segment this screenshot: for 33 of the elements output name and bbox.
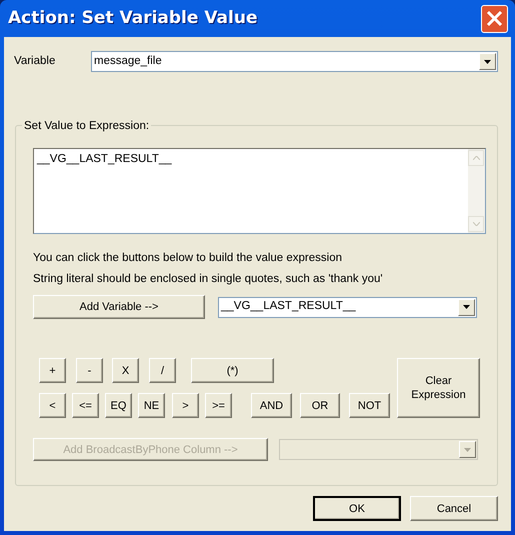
operator-button[interactable]: < [39, 393, 66, 418]
add-variable-button[interactable]: Add Variable --> [33, 295, 205, 319]
field-label: Variable [14, 54, 56, 69]
expression-field[interactable]: __VG__LAST_RESULT__ [33, 148, 486, 234]
scrollbar[interactable] [468, 149, 485, 233]
dialog-button[interactable]: Cancel [410, 496, 498, 521]
scroll-down-icon[interactable] [472, 222, 480, 226]
window-title: Action: Set Variable Value [8, 6, 258, 30]
operator-button[interactable]: <= [72, 393, 99, 418]
operator-button[interactable]: NE [138, 393, 165, 418]
dropdown-field[interactable]: __VG__LAST_RESULT__ [218, 296, 477, 318]
dropdown-arrow-icon [484, 60, 491, 64]
operator-button[interactable]: + [39, 358, 66, 383]
operator-button[interactable]: EQ [105, 393, 132, 418]
operator-button[interactable]: >= [205, 393, 232, 418]
dropdown-arrow-icon [464, 448, 471, 452]
dropdown-field[interactable]: message_file [91, 51, 498, 72]
dropdown-arrow-icon [463, 305, 470, 309]
dialog-button[interactable]: OK [313, 496, 401, 521]
operator-button[interactable]: NOT [349, 393, 390, 418]
operator-button[interactable]: OR [300, 393, 340, 418]
operator-button[interactable]: AND [251, 393, 292, 418]
operator-button[interactable]: (*) [191, 358, 274, 383]
close-button[interactable] [481, 4, 508, 32]
clear-expression-button[interactable]: Clear Expression [397, 358, 480, 418]
scroll-up-icon[interactable] [472, 156, 480, 160]
operator-button[interactable]: - [76, 358, 103, 383]
operator-button[interactable]: / [149, 358, 176, 383]
operator-button[interactable]: X [112, 358, 139, 383]
hint-text: String literal should be enclosed in single quotes, such as 'thank you' [33, 272, 384, 287]
operator-button[interactable]: > [172, 393, 199, 418]
hint-text: You can click the buttons below to build the value expression [33, 251, 343, 266]
close-icon [486, 10, 503, 27]
